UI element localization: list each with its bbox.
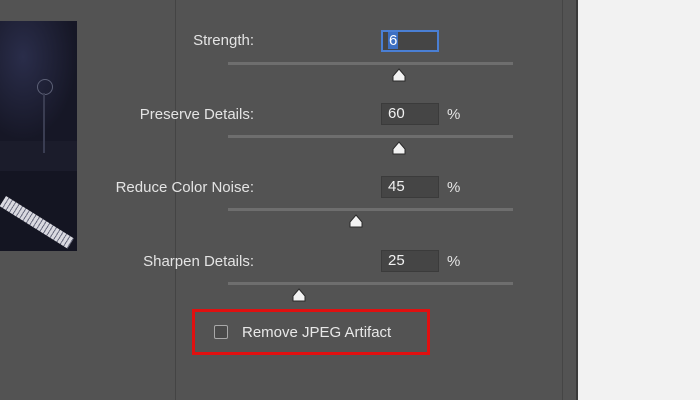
strength-slider-track[interactable]: [228, 62, 513, 65]
preserve-details-label: Preserve Details:: [139, 106, 254, 123]
remove-jpeg-artifact-label[interactable]: Remove JPEG Artifact: [242, 324, 391, 341]
panel-right-border: [562, 0, 563, 400]
preview-lamp: [37, 79, 53, 95]
window-edge: [576, 0, 578, 400]
strength-value: 6: [388, 32, 399, 49]
preserve-details-field[interactable]: 60: [381, 103, 439, 125]
reduce-color-noise-label: Reduce Color Noise:: [115, 179, 254, 196]
strength-field[interactable]: 6: [381, 30, 439, 52]
sharpen-details-label: Sharpen Details:: [143, 253, 254, 270]
sharpen-details-unit: %: [447, 253, 461, 270]
preview-stand: [43, 93, 45, 153]
sharpen-details-slider-track[interactable]: [228, 282, 513, 285]
preserve-details-slider-track[interactable]: [228, 135, 513, 138]
preview-image[interactable]: [0, 21, 77, 251]
strength-label: Strength:: [193, 32, 254, 49]
sharpen-details-field[interactable]: 25: [381, 250, 439, 272]
reduce-color-noise-unit: %: [447, 179, 461, 196]
reduce-noise-dialog: Strength: 6 Preserve Details: 60 % Reduc…: [0, 0, 578, 400]
reduce-color-noise-field[interactable]: 45: [381, 176, 439, 198]
panel-divider: [175, 0, 176, 400]
reduce-color-noise-slider-track[interactable]: [228, 208, 513, 211]
preserve-details-unit: %: [447, 106, 461, 123]
remove-jpeg-artifact-checkbox[interactable]: [214, 325, 228, 339]
